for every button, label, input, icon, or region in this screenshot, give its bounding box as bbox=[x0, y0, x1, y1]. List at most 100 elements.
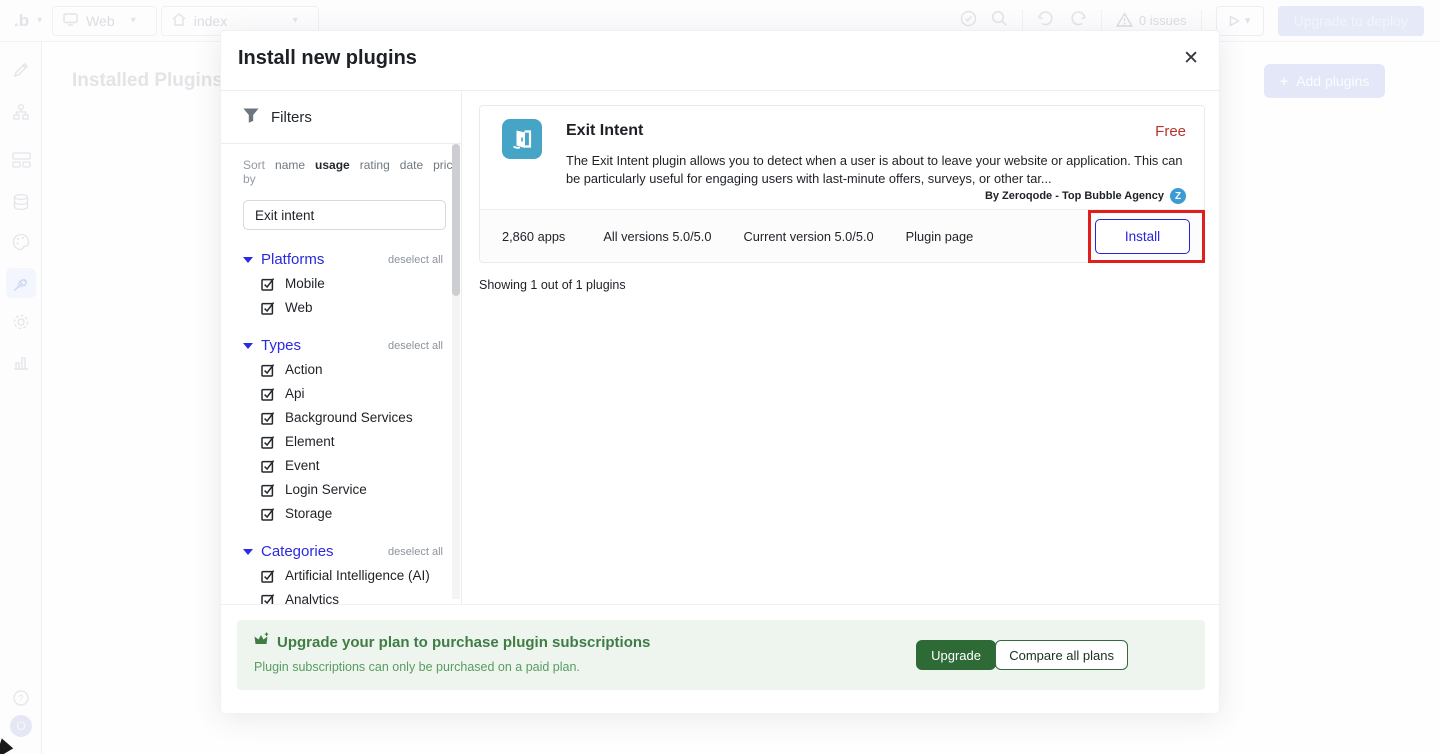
zeroqode-badge-icon: Z bbox=[1170, 188, 1186, 204]
checkbox-label: Api bbox=[285, 386, 305, 401]
mode-selector[interactable]: Web ▾ bbox=[52, 6, 157, 36]
left-sidebar: ? O bbox=[0, 42, 42, 754]
filters-scrollbar-track[interactable] bbox=[452, 144, 460, 599]
install-button[interactable]: Install bbox=[1095, 219, 1190, 254]
plugin-card-footer: 2,860 apps All versions 5.0/5.0 Current … bbox=[480, 209, 1204, 262]
filters-heading: Filters bbox=[221, 91, 461, 144]
reusable-elements-icon[interactable] bbox=[9, 148, 33, 172]
plugin-description: The Exit Intent plugin allows you to det… bbox=[566, 152, 1192, 187]
checkbox-label: Event bbox=[285, 458, 320, 473]
checkbox-label: Artificial Intelligence (AI) bbox=[285, 568, 430, 583]
section-header[interactable]: Categories deselect all bbox=[243, 543, 443, 560]
results-count-text: Showing 1 out of 1 plugins bbox=[479, 278, 626, 292]
sort-by-row: Sort by name usage rating date price bbox=[243, 158, 443, 186]
workflow-icon[interactable] bbox=[9, 100, 33, 124]
deselect-all-link[interactable]: deselect all bbox=[388, 254, 443, 266]
filters-body: Sort by name usage rating date price Pla… bbox=[221, 144, 461, 604]
checked-checkbox-icon[interactable] bbox=[261, 435, 275, 449]
apps-count: 2,860 apps bbox=[502, 229, 565, 244]
page-chevron-icon: ▾ bbox=[293, 15, 298, 26]
sort-option-date[interactable]: date bbox=[400, 158, 423, 172]
settings-gear-icon[interactable] bbox=[9, 310, 33, 334]
category-item-analytics[interactable]: Analytics bbox=[243, 591, 443, 604]
install-plugins-modal: Install new plugins ✕ Filters Sort by na… bbox=[220, 30, 1220, 712]
bubble-logo[interactable]: .b bbox=[14, 11, 29, 31]
redo-icon[interactable] bbox=[1069, 11, 1087, 31]
platform-item-mobile[interactable]: Mobile bbox=[243, 275, 443, 292]
sort-option-rating[interactable]: rating bbox=[360, 158, 390, 172]
type-item-event[interactable]: Event bbox=[243, 457, 443, 474]
logs-chart-icon[interactable] bbox=[9, 350, 33, 374]
mode-chevron-icon: ▾ bbox=[131, 15, 136, 26]
type-item-login-service[interactable]: Login Service bbox=[243, 481, 443, 498]
page-title: Installed Plugins bbox=[72, 70, 223, 92]
add-plugins-button[interactable]: + Add plugins bbox=[1264, 64, 1385, 98]
deselect-all-link[interactable]: deselect all bbox=[388, 546, 443, 558]
filters-scrollbar-thumb[interactable] bbox=[452, 144, 460, 296]
section-title[interactable]: Categories bbox=[261, 543, 334, 560]
app-screen: .b ▾ Web ▾ index ▾ bbox=[0, 0, 1440, 754]
mode-label: Web bbox=[86, 13, 115, 29]
type-item-storage[interactable]: Storage bbox=[243, 505, 443, 522]
checked-checkbox-icon[interactable] bbox=[261, 459, 275, 473]
checkbox-label: Element bbox=[285, 434, 335, 449]
page-label: index bbox=[194, 13, 227, 29]
divider bbox=[1201, 10, 1202, 32]
issues-label: 0 issues bbox=[1139, 13, 1187, 28]
checkbox-label: Web bbox=[285, 300, 313, 315]
section-header[interactable]: Types deselect all bbox=[243, 337, 443, 354]
monitor-icon bbox=[63, 13, 78, 29]
section-title[interactable]: Platforms bbox=[261, 251, 324, 268]
filters-panel: Filters Sort by name usage rating date p… bbox=[221, 91, 462, 604]
category-item-ai[interactable]: Artificial Intelligence (AI) bbox=[243, 567, 443, 584]
compare-all-plans-button[interactable]: Compare all plans bbox=[995, 640, 1128, 670]
checked-checkbox-icon[interactable] bbox=[261, 363, 275, 377]
banner-title: Upgrade your plan to purchase plugin sub… bbox=[277, 634, 650, 651]
plugins-plug-icon[interactable] bbox=[6, 268, 36, 298]
type-item-background-services[interactable]: Background Services bbox=[243, 409, 443, 426]
modal-footer: Upgrade your plan to purchase plugin sub… bbox=[221, 604, 1219, 713]
help-icon[interactable]: ? bbox=[9, 686, 33, 710]
checked-checkbox-icon[interactable] bbox=[261, 411, 275, 425]
undo-icon[interactable] bbox=[1037, 11, 1055, 31]
user-avatar[interactable]: O bbox=[10, 715, 32, 737]
crown-icon bbox=[253, 631, 270, 653]
plugin-name: Exit Intent bbox=[566, 122, 643, 140]
section-title[interactable]: Types bbox=[261, 337, 301, 354]
filter-section-categories: Categories deselect all Artificial Intel… bbox=[243, 543, 443, 604]
sort-option-usage[interactable]: usage bbox=[315, 158, 350, 172]
design-pencil-icon[interactable] bbox=[9, 58, 33, 82]
sort-option-name[interactable]: name bbox=[275, 158, 305, 172]
upgrade-to-deploy-button[interactable]: Upgrade to deploy bbox=[1278, 6, 1424, 36]
type-item-element[interactable]: Element bbox=[243, 433, 443, 450]
logo-chevron-icon[interactable]: ▾ bbox=[37, 15, 42, 26]
search-icon[interactable] bbox=[991, 10, 1008, 31]
platform-item-web[interactable]: Web bbox=[243, 299, 443, 316]
checked-checkbox-icon[interactable] bbox=[261, 569, 275, 583]
checkbox-label: Analytics bbox=[285, 592, 339, 604]
upgrade-button[interactable]: Upgrade bbox=[916, 640, 996, 670]
filter-section-types: Types deselect all Action Api Background… bbox=[243, 337, 443, 522]
filter-section-platforms: Platforms deselect all Mobile Web bbox=[243, 251, 443, 316]
data-database-icon[interactable] bbox=[9, 190, 33, 214]
styles-palette-icon[interactable] bbox=[9, 230, 33, 254]
close-icon[interactable]: ✕ bbox=[1183, 49, 1199, 68]
checked-checkbox-icon[interactable] bbox=[261, 483, 275, 497]
plugin-page-link[interactable]: Plugin page bbox=[906, 229, 974, 244]
checked-checkbox-icon[interactable] bbox=[261, 301, 275, 315]
divider bbox=[1101, 10, 1102, 32]
checked-checkbox-icon[interactable] bbox=[261, 277, 275, 291]
plugin-price-badge: Free bbox=[1155, 123, 1186, 140]
plugin-card: Exit Intent Free The Exit Intent plugin … bbox=[479, 105, 1205, 263]
section-header[interactable]: Platforms deselect all bbox=[243, 251, 443, 268]
checked-checkbox-icon[interactable] bbox=[261, 593, 275, 605]
checked-checkbox-icon[interactable] bbox=[261, 387, 275, 401]
svg-text:?: ? bbox=[18, 694, 23, 704]
issues-indicator[interactable]: 0 issues bbox=[1116, 12, 1187, 30]
deselect-all-link[interactable]: deselect all bbox=[388, 340, 443, 352]
preview-button[interactable]: ▾ bbox=[1216, 6, 1264, 36]
type-item-action[interactable]: Action bbox=[243, 361, 443, 378]
checked-checkbox-icon[interactable] bbox=[261, 507, 275, 521]
plugin-search-input[interactable] bbox=[243, 200, 446, 230]
type-item-api[interactable]: Api bbox=[243, 385, 443, 402]
